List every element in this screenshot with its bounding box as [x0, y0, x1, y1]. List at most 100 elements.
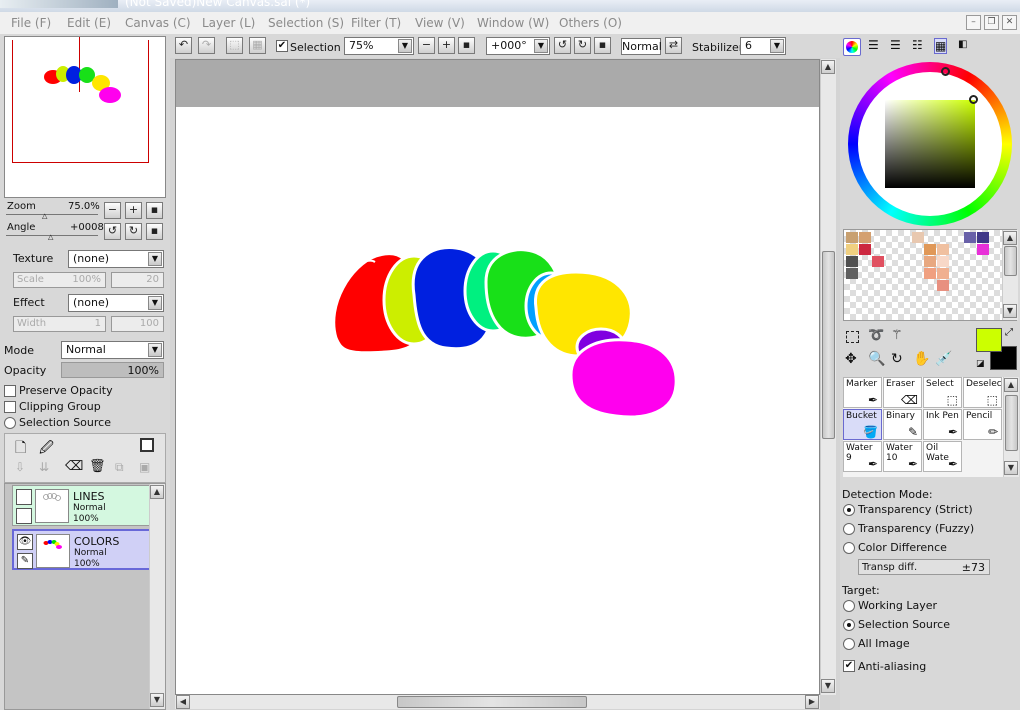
zoom-tool-icon[interactable]: 🔍: [868, 351, 885, 367]
rotate-tool-icon[interactable]: ↻: [891, 351, 903, 367]
invert-selection-icon[interactable]: ▦: [249, 37, 266, 54]
tool-water-10[interactable]: Water 10 ✒: [883, 441, 922, 472]
scroll-right-icon[interactable]: ▶: [805, 695, 819, 709]
scroll-down-icon[interactable]: ▼: [1003, 304, 1017, 318]
effect-width-slider[interactable]: Width 1: [13, 316, 106, 332]
lock-toggle[interactable]: [16, 508, 32, 524]
undo-icon[interactable]: ↶: [175, 37, 192, 54]
eyedropper-icon[interactable]: 💉: [935, 351, 952, 367]
restore-icon[interactable]: ❐: [984, 15, 999, 30]
tool-eraser[interactable]: Eraser ⌫: [883, 377, 922, 408]
tool-oil-water[interactable]: Oil Wate ✒: [923, 441, 962, 472]
color-swatch[interactable]: [937, 256, 949, 267]
anti-aliasing-checkbox[interactable]: ✔: [843, 660, 855, 672]
rotate-reset-button[interactable]: ▪: [146, 223, 163, 240]
lasso-icon[interactable]: ➰: [868, 328, 884, 343]
tool-select[interactable]: Select ⬚: [923, 377, 962, 408]
menu-canvas[interactable]: Canvas (C): [125, 16, 191, 30]
detection-fuzzy-radio[interactable]: [843, 523, 855, 535]
hand-icon[interactable]: ✋: [913, 351, 930, 367]
blend-mode-select[interactable]: Normal ▼: [61, 341, 164, 359]
target-working-layer-radio[interactable]: [843, 600, 855, 612]
menu-others[interactable]: Others (O): [559, 16, 622, 30]
detection-strict-radio[interactable]: [843, 504, 855, 516]
tool-deselect[interactable]: Deselect ⬚: [963, 377, 1002, 408]
zoom-in-toolbar-button[interactable]: +: [438, 37, 455, 54]
merge-visible-icon[interactable]: ⧉: [115, 460, 124, 475]
merge-down-icon[interactable]: ⇊: [39, 460, 49, 474]
color-swatch[interactable]: [937, 280, 949, 291]
color-swatch[interactable]: [912, 232, 924, 243]
close-icon[interactable]: ✕: [1002, 15, 1017, 30]
layer-list-scrollbar[interactable]: ▲ ▼: [149, 484, 165, 709]
zoom-in-button[interactable]: +: [125, 202, 142, 219]
scroll-up-icon[interactable]: ▲: [1003, 231, 1017, 245]
color-wheel-tab[interactable]: [843, 38, 861, 56]
color-swatch[interactable]: [924, 268, 936, 279]
color-swatch[interactable]: [846, 256, 858, 267]
menu-selection[interactable]: Selection (S): [268, 16, 344, 30]
tool-marker[interactable]: Marker ✒: [843, 377, 882, 408]
new-layer-icon[interactable]: 🗋: [15, 437, 26, 461]
move-icon[interactable]: ✥: [845, 351, 857, 367]
zoom-slider[interactable]: [6, 214, 98, 215]
layer-lines[interactable]: LINES Normal 100%: [12, 485, 152, 526]
hsv-sliders-icon[interactable]: ☰: [890, 38, 901, 52]
target-selection-source-radio[interactable]: [843, 619, 855, 631]
view-blend-mode[interactable]: Normal: [621, 38, 662, 55]
menu-edit[interactable]: Edit (E): [67, 16, 111, 30]
horizontal-scroll-thumb[interactable]: [397, 696, 587, 708]
minimize-icon[interactable]: –: [966, 15, 981, 30]
navigator-preview[interactable]: [4, 36, 166, 198]
scroll-up-icon[interactable]: ▲: [821, 60, 835, 74]
color-swatch[interactable]: [859, 232, 871, 243]
scroll-up-icon[interactable]: ▲: [1004, 378, 1018, 392]
rotate-reset-toolbar-button[interactable]: ▪: [594, 37, 611, 54]
clipping-group-checkbox[interactable]: [4, 401, 16, 413]
transfer-down-icon[interactable]: ⇩: [15, 460, 25, 474]
color-swatch[interactable]: [924, 244, 936, 255]
tool-water-9[interactable]: Water 9 ✒: [843, 441, 882, 472]
color-swatch[interactable]: [859, 244, 871, 255]
scroll-up-icon[interactable]: ▲: [150, 485, 164, 499]
zoom-slider-thumb[interactable]: △: [42, 212, 47, 220]
eye-icon[interactable]: 👁: [17, 534, 33, 550]
texture-strength-slider[interactable]: 20: [111, 272, 164, 288]
color-swatch[interactable]: [846, 232, 858, 243]
tool-bucket[interactable]: Bucket 🪣: [843, 409, 882, 440]
transparent-color-icon[interactable]: ◪: [976, 359, 985, 369]
foreground-color[interactable]: [976, 328, 1002, 352]
color-swatch[interactable]: [977, 244, 989, 255]
scratchpad-icon[interactable]: ◧: [958, 39, 967, 50]
tool-scroll-thumb[interactable]: [1005, 395, 1018, 451]
opacity-slider[interactable]: 100%: [61, 362, 164, 378]
vertical-scroll-thumb[interactable]: [822, 251, 835, 439]
rotate-left-button[interactable]: ↺: [104, 223, 121, 240]
color-swatch[interactable]: [937, 244, 949, 255]
scroll-down-icon[interactable]: ▼: [821, 679, 835, 693]
tool-binary[interactable]: Binary ✎: [883, 409, 922, 440]
new-linework-layer-icon[interactable]: 🖉: [39, 437, 54, 461]
zoom-select[interactable]: 75% ▼: [344, 37, 414, 55]
tool-pencil[interactable]: Pencil ✏: [963, 409, 1002, 440]
swatches-icon[interactable]: ▦: [934, 38, 948, 54]
zoom-reset-button[interactable]: ▪: [146, 202, 163, 219]
tool-grid-scrollbar[interactable]: ▲ ▼: [1003, 377, 1019, 477]
flip-view-icon[interactable]: ⇄: [665, 37, 682, 54]
color-swatch[interactable]: [937, 268, 949, 279]
color-swatch[interactable]: [977, 232, 989, 243]
visibility-toggle[interactable]: [16, 489, 32, 505]
sv-square[interactable]: [885, 100, 975, 188]
effect-strength-slider[interactable]: 100: [111, 316, 164, 332]
target-all-image-radio[interactable]: [843, 638, 855, 650]
scroll-down-icon[interactable]: ▼: [150, 693, 164, 707]
clear-layer-icon[interactable]: ⌫: [65, 459, 83, 474]
color-mixer-icon[interactable]: ☷: [912, 38, 923, 52]
deselect-canvas-icon[interactable]: ⬚: [226, 37, 243, 54]
rgb-sliders-icon[interactable]: ☰: [868, 38, 879, 52]
canvas-vertical-scrollbar[interactable]: ▲ ▼: [820, 59, 836, 695]
hue-handle[interactable]: [941, 67, 950, 76]
angle-slider-thumb[interactable]: △: [48, 233, 53, 241]
preserve-opacity-checkbox[interactable]: [4, 385, 16, 397]
canvas-horizontal-scrollbar[interactable]: ◀ ▶: [175, 695, 820, 709]
